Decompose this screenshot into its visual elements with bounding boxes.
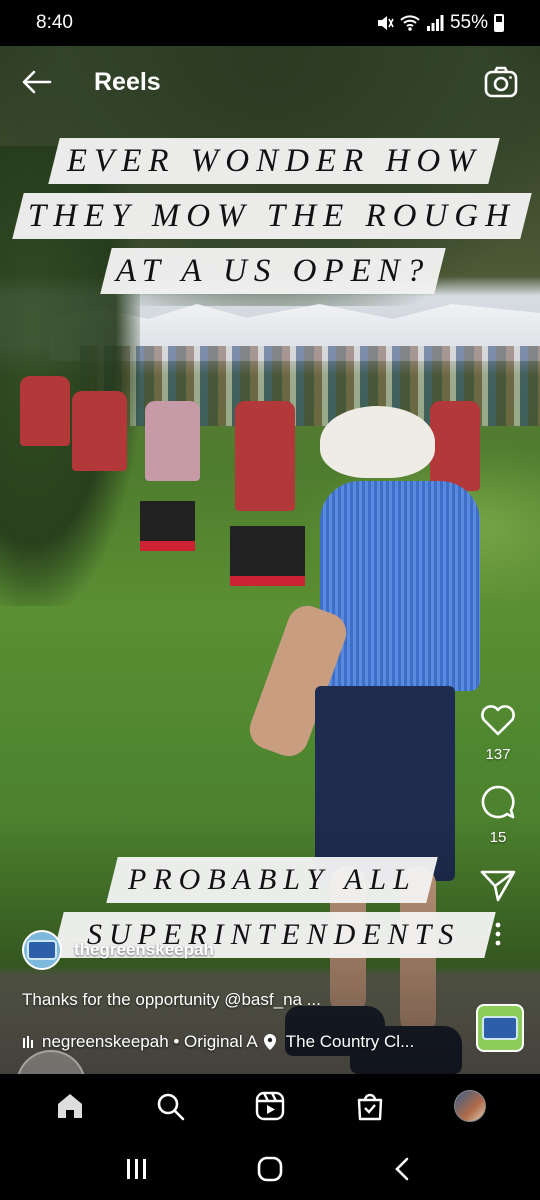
more-icon[interactable] xyxy=(478,920,518,950)
mute-icon xyxy=(377,16,394,30)
home-icon[interactable] xyxy=(50,1086,90,1126)
reels-header: Reels xyxy=(0,56,540,108)
shop-icon[interactable] xyxy=(350,1086,390,1126)
recents-icon[interactable] xyxy=(122,1156,152,1182)
back-arrow-icon[interactable] xyxy=(20,65,54,99)
bottom-nav xyxy=(0,1074,540,1138)
video-caption: THEY MOW THE ROUGH xyxy=(12,193,532,239)
worker-figure xyxy=(235,401,295,511)
status-icons: 55% xyxy=(376,12,504,34)
page-title: Reels xyxy=(94,67,161,96)
back-chevron-icon[interactable] xyxy=(388,1154,418,1184)
lawn-mower xyxy=(230,526,305,586)
post-caption[interactable]: Thanks for the opportunity @basf_na ... xyxy=(22,990,362,1010)
video-caption: PROBABLY ALL xyxy=(106,857,438,903)
worker-figure xyxy=(72,391,127,471)
audio-thumbnail[interactable] xyxy=(476,1004,524,1052)
wifi-icon xyxy=(400,15,420,31)
audio-bars-icon xyxy=(23,1036,33,1048)
username[interactable]: thegreenskeepah xyxy=(74,940,214,960)
audio-location-row: ​negreenskeepah • Original A The Country… xyxy=(22,1030,462,1054)
comment-icon[interactable] xyxy=(478,783,518,823)
video-caption: AT A US OPEN? xyxy=(100,248,446,294)
account-row[interactable]: thegreenskeepah xyxy=(22,930,214,970)
location-label[interactable]: The Country Cl... xyxy=(286,1032,415,1052)
reels-icon[interactable] xyxy=(250,1086,290,1126)
worker-figure xyxy=(430,401,480,491)
worker-figure xyxy=(20,376,70,446)
share-icon[interactable] xyxy=(478,866,518,906)
camera-icon[interactable] xyxy=(484,65,518,99)
status-time: 8:40 xyxy=(36,12,73,33)
brand-logo xyxy=(482,1016,518,1040)
avatar[interactable] xyxy=(22,930,62,970)
heart-icon[interactable] xyxy=(478,700,518,740)
signal-icon xyxy=(426,15,444,31)
system-nav xyxy=(0,1138,540,1200)
reel-actions: 137 15 xyxy=(474,700,522,950)
video-caption: EVER WONDER HOW xyxy=(48,138,500,184)
lawn-mower xyxy=(140,501,195,551)
audio-label[interactable]: ​negreenskeepah • Original A xyxy=(42,1032,258,1052)
like-count[interactable]: 137 xyxy=(485,746,510,763)
location-pin-icon xyxy=(263,1034,276,1050)
search-icon[interactable] xyxy=(150,1086,190,1126)
comment-count[interactable]: 15 xyxy=(490,829,507,846)
home-button-icon[interactable] xyxy=(255,1154,285,1184)
battery-percent: 55% xyxy=(449,12,488,33)
golfer-shirt xyxy=(320,481,480,691)
worker-figure xyxy=(145,401,200,481)
profile-avatar[interactable] xyxy=(454,1090,486,1122)
profile-tab[interactable] xyxy=(450,1086,490,1126)
status-bar: 8:40 55% xyxy=(0,0,540,46)
battery-icon xyxy=(494,14,504,32)
brand-logo xyxy=(27,940,57,960)
golfer-hat xyxy=(320,406,435,478)
